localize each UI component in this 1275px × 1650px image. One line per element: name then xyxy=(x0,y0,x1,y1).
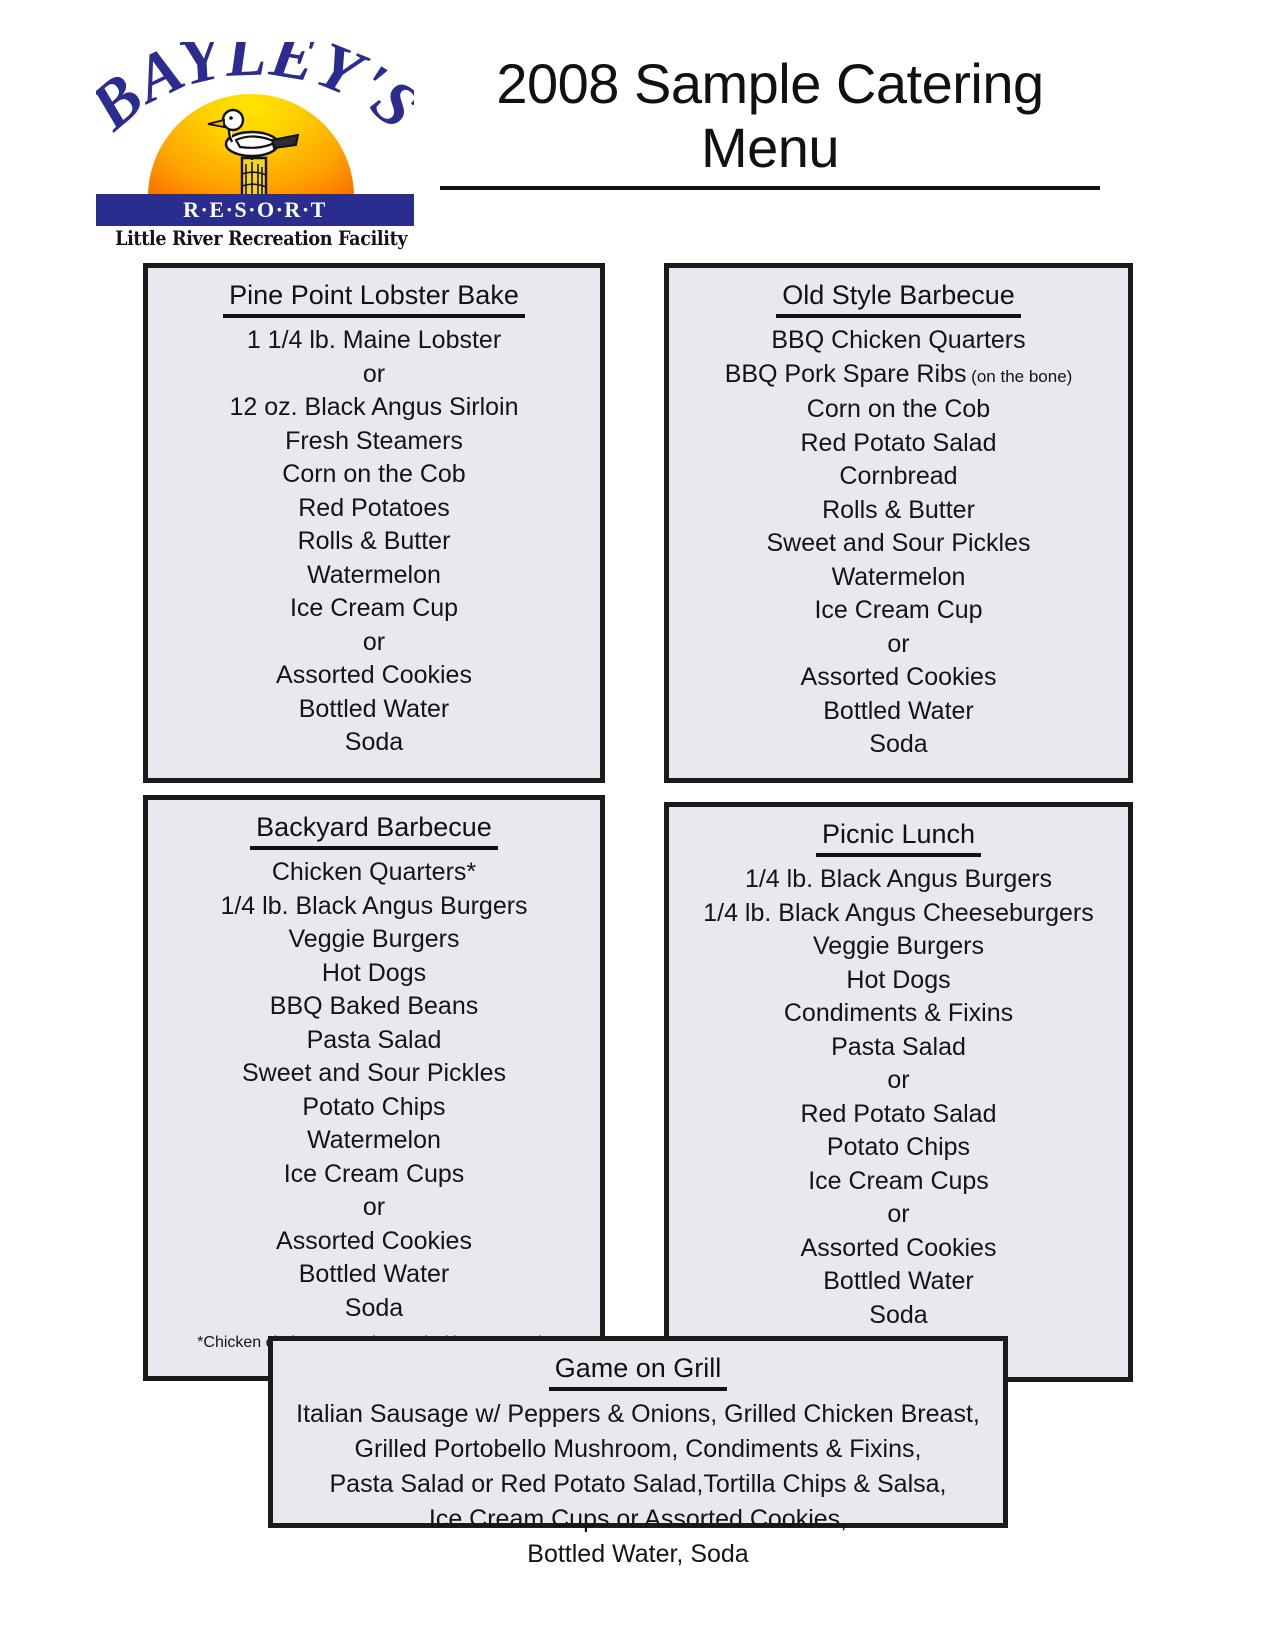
panel-item-list-game: Italian Sausage w/ Peppers & Onions, Gri… xyxy=(287,1397,989,1572)
menu-item: Potato Chips xyxy=(302,1092,446,1121)
menu-item: 1/4 lb. Black Angus Cheeseburgers xyxy=(703,898,1094,927)
menu-item: Potato Chips xyxy=(826,1133,971,1161)
menu-item: or xyxy=(887,1200,910,1228)
bayleys-resort-logo: BAYLEY'S R·E·S·O·R·T Li xyxy=(96,42,414,254)
page-title-line-2: Menu xyxy=(700,116,840,179)
menu-item: Cornbread xyxy=(839,462,958,490)
panel-item-list-lobster: 1 1/4 lb. Maine Lobster or 12 oz. Black An… xyxy=(162,324,586,760)
menu-panel-backyard-barbecue: Backyard Barbecue Chicken Quarters* 1/4 lb… xyxy=(143,795,605,1381)
menu-panel-game-on-grill: Game on Grill Italian Sausage w/ Peppers … xyxy=(268,1336,1008,1568)
menu-item: BBQ Baked Beans xyxy=(269,992,479,1020)
resort-banner: R·E·S·O·R·T xyxy=(96,194,414,226)
panel-title-picnic: Picnic Lunch xyxy=(815,817,982,857)
menu-item: or xyxy=(362,1193,386,1221)
menu-item: Chicken Quarters* xyxy=(271,858,477,886)
menu-panel-picnic-lunch: Picnic Lunch 1/4 lb. Black Angus Burgers 1… xyxy=(664,802,1133,1382)
menu-item: Bottled Water, Soda xyxy=(527,1540,749,1568)
menu-item: Soda xyxy=(869,1300,928,1329)
menu-item: Bottled Water xyxy=(298,694,450,723)
menu-item: 1/4 lb. Black Angus Burgers xyxy=(220,891,528,920)
menu-item: 12 oz. Black Angus Sirloin xyxy=(229,393,519,421)
menu-item: BBQ Pork Spare Ribs (on the bone) xyxy=(724,359,1073,388)
menu-item: 1/4 lb. Black Angus Burgers xyxy=(744,865,1053,893)
menu-item: Watermelon xyxy=(307,560,441,589)
menu-item: Red Potatoes xyxy=(298,493,450,522)
menu-item: or xyxy=(887,629,910,658)
menu-item: Soda xyxy=(344,728,404,756)
menu-item: Watermelon xyxy=(307,1126,441,1154)
menu-item: or xyxy=(362,359,386,388)
menu-item: Assorted Cookies xyxy=(800,663,997,691)
panel-title-oldstyle: Old Style Barbecue xyxy=(776,278,1021,318)
resort-banner-text: R·E·S·O·R·T xyxy=(183,197,327,222)
title-divider xyxy=(440,186,1100,190)
menu-item: Ice Cream Cups xyxy=(808,1166,989,1195)
menu-panel-pine-point-lobster-bake: Pine Point Lobster Bake 1 1/4 lb. Maine L… xyxy=(143,263,605,783)
menu-item-note: (on the bone) xyxy=(966,366,1073,386)
menu-item: or xyxy=(887,1066,910,1094)
page-title-line-1: 2008 Sample Catering xyxy=(496,52,1044,115)
page-header: BAYLEY'S R·E·S·O·R·T Li xyxy=(0,0,1275,255)
menu-item: Fresh Steamers xyxy=(285,426,463,455)
panel-title-lobster: Pine Point Lobster Bake xyxy=(223,278,525,318)
menu-item: or xyxy=(362,627,386,656)
panel-item-list-backyard: Chicken Quarters* 1/4 lb. Black Angus Bur… xyxy=(162,856,586,1325)
menu-item: Hot Dogs xyxy=(846,965,951,994)
menu-item: Rolls & Butter xyxy=(822,495,975,524)
logo-tagline: Little River Recreation Facility xyxy=(115,226,408,250)
menu-item: Sweet and Sour Pickles xyxy=(766,529,1031,557)
menu-item: Assorted Cookies xyxy=(276,661,472,689)
menu-item: Bottled Water xyxy=(823,696,974,725)
menu-item: Rolls & Butter xyxy=(297,527,451,555)
menu-item: Red Potato Salad xyxy=(800,428,997,457)
menu-item: Corn on the Cob xyxy=(806,395,991,423)
menu-item: Veggie Burgers xyxy=(288,925,460,953)
menu-item: 1 1/4 lb. Maine Lobster xyxy=(246,326,502,354)
menu-item: Soda xyxy=(869,730,928,758)
menu-item: Pasta Salad xyxy=(831,1032,966,1061)
panel-item-list-oldstyle: BBQ Chicken Quarters BBQ Pork Spare Ribs … xyxy=(683,324,1114,762)
menu-item: Pasta Salad or Red Potato Salad,Tortilla… xyxy=(329,1470,947,1498)
menu-item: Corn on the Cob xyxy=(282,460,466,488)
menu-item: Soda xyxy=(344,1293,404,1322)
menu-item: Veggie Burgers xyxy=(813,932,984,960)
menu-item: Hot Dogs xyxy=(321,958,427,987)
menu-item: Grilled Portobello Mushroom, Condiments … xyxy=(354,1435,922,1463)
menu-panel-old-style-barbecue: Old Style Barbecue BBQ Chicken Quarters BB… xyxy=(664,263,1133,783)
menu-item: Bottled Water xyxy=(298,1260,450,1288)
bayleys-wordmark-icon: BAYLEY'S xyxy=(96,42,414,145)
panel-item-list-picnic: 1/4 lb. Black Angus Burgers 1/4 lb. Black… xyxy=(683,863,1114,1332)
menu-item: Ice Cream Cups xyxy=(283,1159,465,1188)
menu-item: Condiments & Fixins xyxy=(783,999,1014,1027)
menu-item: BBQ Chicken Quarters xyxy=(771,326,1026,354)
menu-item: Watermelon xyxy=(831,562,966,591)
menu-item: Pasta Salad xyxy=(306,1025,442,1054)
panel-title-game: Game on Grill xyxy=(548,1351,728,1391)
menu-item: Ice Cream Cup xyxy=(289,594,459,622)
menu-item: Ice Cream Cups or Assorted Cookies, xyxy=(428,1505,848,1533)
page-title: 2008 Sample Catering Menu xyxy=(440,52,1100,190)
menu-item: Assorted Cookies xyxy=(800,1233,997,1262)
menu-item: Bottled Water xyxy=(823,1267,974,1295)
menu-item: Italian Sausage w/ Peppers & Onions, Gri… xyxy=(296,1400,980,1428)
menu-item: Ice Cream Cup xyxy=(814,596,983,624)
menu-item: Assorted Cookies xyxy=(276,1226,472,1255)
menu-item: Red Potato Salad xyxy=(800,1099,997,1128)
menu-item: Sweet and Sour Pickles xyxy=(241,1059,507,1087)
panel-title-backyard: Backyard Barbecue xyxy=(250,810,498,850)
svg-text:BAYLEY'S: BAYLEY'S xyxy=(96,42,414,145)
